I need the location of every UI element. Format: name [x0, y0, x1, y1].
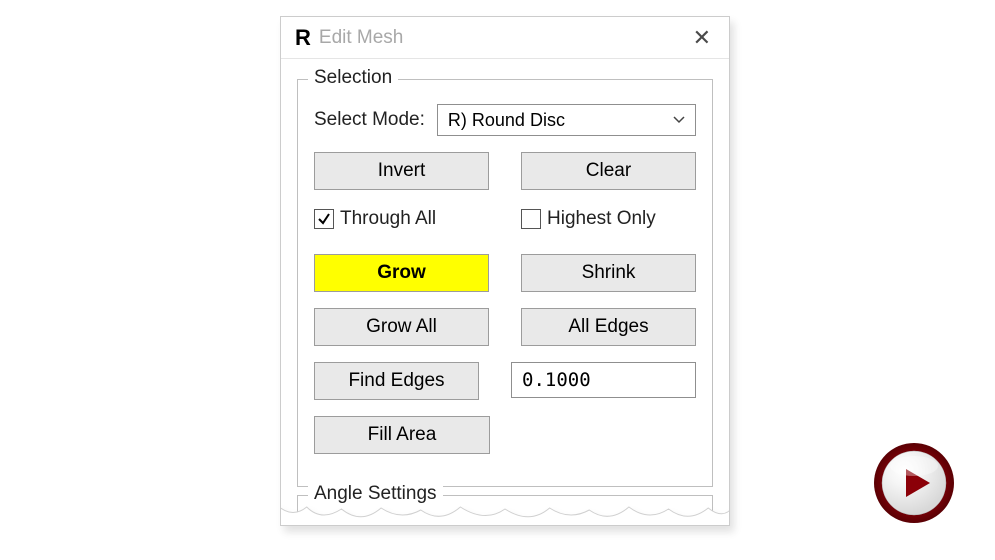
select-mode-value: R) Round Disc [448, 110, 565, 131]
fill-area-button[interactable]: Fill Area [314, 416, 490, 454]
invert-label: Invert [378, 160, 426, 182]
highest-only-checkbox[interactable] [521, 209, 541, 229]
shrink-button[interactable]: Shrink [521, 254, 696, 292]
selection-group: Selection Select Mode: R) Round Disc Inv… [297, 79, 713, 487]
selection-legend: Selection [308, 67, 398, 89]
window-title: Edit Mesh [319, 27, 403, 49]
play-icon [873, 442, 955, 524]
torn-edge [280, 497, 730, 526]
all-edges-button[interactable]: All Edges [521, 308, 696, 346]
fill-area-label: Fill Area [368, 424, 437, 446]
select-mode-row: Select Mode: R) Round Disc [314, 104, 696, 136]
highest-only-cell: Highest Only [521, 208, 696, 230]
findedges-value-row: Find Edges 0.1000 [314, 362, 696, 400]
clear-label: Clear [586, 160, 631, 182]
edge-value-text: 0.1000 [522, 369, 591, 391]
edge-value-input[interactable]: 0.1000 [511, 362, 696, 398]
checkmark-icon [317, 212, 331, 226]
titlebar-left: R Edit Mesh [295, 25, 403, 51]
shrink-label: Shrink [582, 262, 636, 284]
through-all-cell: Through All [314, 208, 489, 230]
through-all-label: Through All [340, 208, 436, 230]
through-all-checkbox[interactable] [314, 209, 334, 229]
grow-all-button[interactable]: Grow All [314, 308, 489, 346]
spacer [522, 416, 696, 454]
fillarea-row: Fill Area [314, 416, 696, 454]
close-icon[interactable]: ✕ [685, 21, 719, 55]
checkbox-row: Through All Highest Only [314, 208, 696, 230]
invert-clear-row: Invert Clear [314, 152, 696, 190]
grow-all-label: Grow All [366, 316, 437, 338]
chevron-down-icon [673, 113, 685, 127]
titlebar: R Edit Mesh ✕ [281, 17, 729, 59]
find-edges-button[interactable]: Find Edges [314, 362, 479, 400]
clear-button[interactable]: Clear [521, 152, 696, 190]
highest-only-label: Highest Only [547, 208, 656, 230]
select-mode-dropdown[interactable]: R) Round Disc [437, 104, 696, 136]
play-button[interactable] [873, 442, 955, 524]
grow-shrink-row: Grow Shrink [314, 254, 696, 292]
find-edges-label: Find Edges [348, 370, 444, 392]
invert-button[interactable]: Invert [314, 152, 489, 190]
all-edges-label: All Edges [568, 316, 648, 338]
growall-alledges-row: Grow All All Edges [314, 308, 696, 346]
grow-button[interactable]: Grow [314, 254, 489, 292]
app-icon: R [295, 25, 311, 51]
select-mode-label: Select Mode: [314, 109, 425, 131]
edit-mesh-dialog: R Edit Mesh ✕ Selection Select Mode: R) … [280, 16, 730, 526]
grow-label: Grow [377, 262, 426, 284]
